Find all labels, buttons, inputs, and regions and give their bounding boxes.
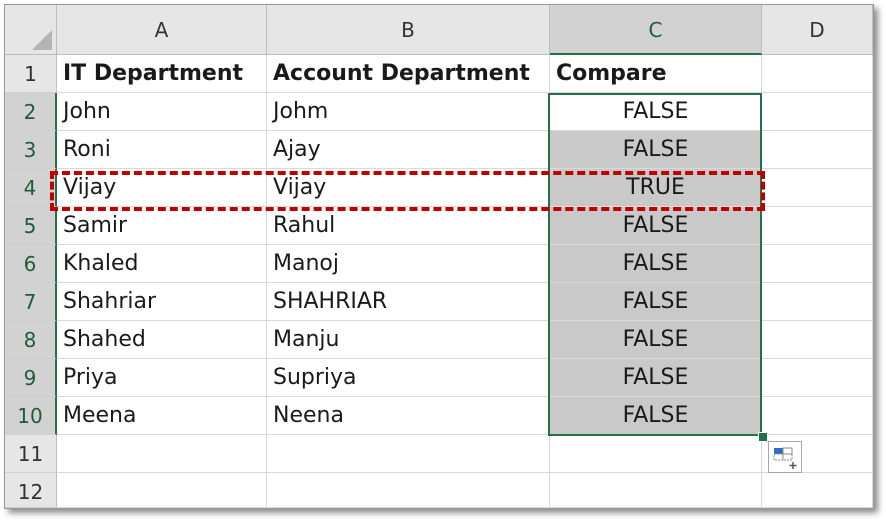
cell-c1[interactable]: Compare [550, 55, 762, 93]
row-header-12[interactable]: 12 [5, 473, 57, 508]
cell-b6[interactable]: Manoj [267, 245, 550, 283]
cell-c10[interactable]: FALSE [550, 397, 762, 435]
cell-d7[interactable] [762, 283, 873, 321]
cell-d3[interactable] [762, 131, 873, 169]
cell-b11[interactable] [267, 435, 550, 473]
row-header-6[interactable]: 6 [5, 245, 57, 283]
cell-c3[interactable]: FALSE [550, 131, 762, 169]
row-header-11[interactable]: 11 [5, 435, 57, 473]
quick-analysis-button[interactable] [768, 441, 802, 473]
cell-a5[interactable]: Samir [57, 207, 267, 245]
cell-c5[interactable]: FALSE [550, 207, 762, 245]
row-header-8[interactable]: 8 [5, 321, 57, 359]
cell-c4[interactable]: TRUE [550, 169, 762, 207]
cell-c7[interactable]: FALSE [550, 283, 762, 321]
cell-a11[interactable] [57, 435, 267, 473]
column-header-a[interactable]: A [57, 5, 267, 55]
cell-b12[interactable] [267, 473, 550, 508]
row-header-5[interactable]: 5 [5, 207, 57, 245]
worksheet-grid: A B C D 1 2 3 4 5 6 7 8 9 10 11 12 IT De… [5, 5, 873, 508]
cell-d4[interactable] [762, 169, 873, 207]
cell-d1[interactable] [762, 55, 873, 93]
cell-d2[interactable] [762, 93, 873, 131]
column-header-b[interactable]: B [267, 5, 550, 55]
cell-d10[interactable] [762, 397, 873, 435]
column-header-c[interactable]: C [550, 5, 762, 55]
cell-a12[interactable] [57, 473, 267, 508]
cell-a3[interactable]: Roni [57, 131, 267, 169]
row-header-4[interactable]: 4 [5, 169, 57, 207]
row-header-2[interactable]: 2 [5, 93, 57, 131]
row-header-7[interactable]: 7 [5, 283, 57, 321]
select-all-button[interactable] [5, 5, 57, 55]
cell-a8[interactable]: Shahed [57, 321, 267, 359]
cell-c9[interactable]: FALSE [550, 359, 762, 397]
cell-b3[interactable]: Ajay [267, 131, 550, 169]
cell-a1[interactable]: IT Department [57, 55, 267, 93]
cell-d12[interactable] [762, 473, 873, 508]
row-header-10[interactable]: 10 [5, 397, 57, 435]
column-header-d[interactable]: D [762, 5, 873, 55]
select-all-triangle-icon [32, 30, 52, 50]
cell-b2[interactable]: Johm [267, 93, 550, 131]
cell-a9[interactable]: Priya [57, 359, 267, 397]
cell-a2[interactable]: John [57, 93, 267, 131]
row-header-9[interactable]: 9 [5, 359, 57, 397]
cell-c11[interactable] [550, 435, 762, 473]
cell-b10[interactable]: Neena [267, 397, 550, 435]
cell-a7[interactable]: Shahriar [57, 283, 267, 321]
cell-d9[interactable] [762, 359, 873, 397]
cell-b5[interactable]: Rahul [267, 207, 550, 245]
cell-b7[interactable]: SHAHRIAR [267, 283, 550, 321]
cell-d6[interactable] [762, 245, 873, 283]
cell-a4[interactable]: Vijay [57, 169, 267, 207]
cell-b8[interactable]: Manju [267, 321, 550, 359]
cell-c2[interactable]: FALSE [550, 93, 762, 131]
cell-c8[interactable]: FALSE [550, 321, 762, 359]
fill-handle[interactable] [758, 432, 768, 442]
row-header-3[interactable]: 3 [5, 131, 57, 169]
cell-d8[interactable] [762, 321, 873, 359]
row-header-1[interactable]: 1 [5, 55, 57, 93]
cell-c6[interactable]: FALSE [550, 245, 762, 283]
cell-b4[interactable]: Vijay [267, 169, 550, 207]
cell-b9[interactable]: Supriya [267, 359, 550, 397]
spreadsheet-window: A B C D 1 2 3 4 5 6 7 8 9 10 11 12 IT De… [4, 4, 874, 509]
quick-analysis-icon [773, 447, 797, 469]
cell-b1[interactable]: Account Department [267, 55, 550, 93]
cell-c12[interactable] [550, 473, 762, 508]
cell-d5[interactable] [762, 207, 873, 245]
cell-a6[interactable]: Khaled [57, 245, 267, 283]
cell-a10[interactable]: Meena [57, 397, 267, 435]
